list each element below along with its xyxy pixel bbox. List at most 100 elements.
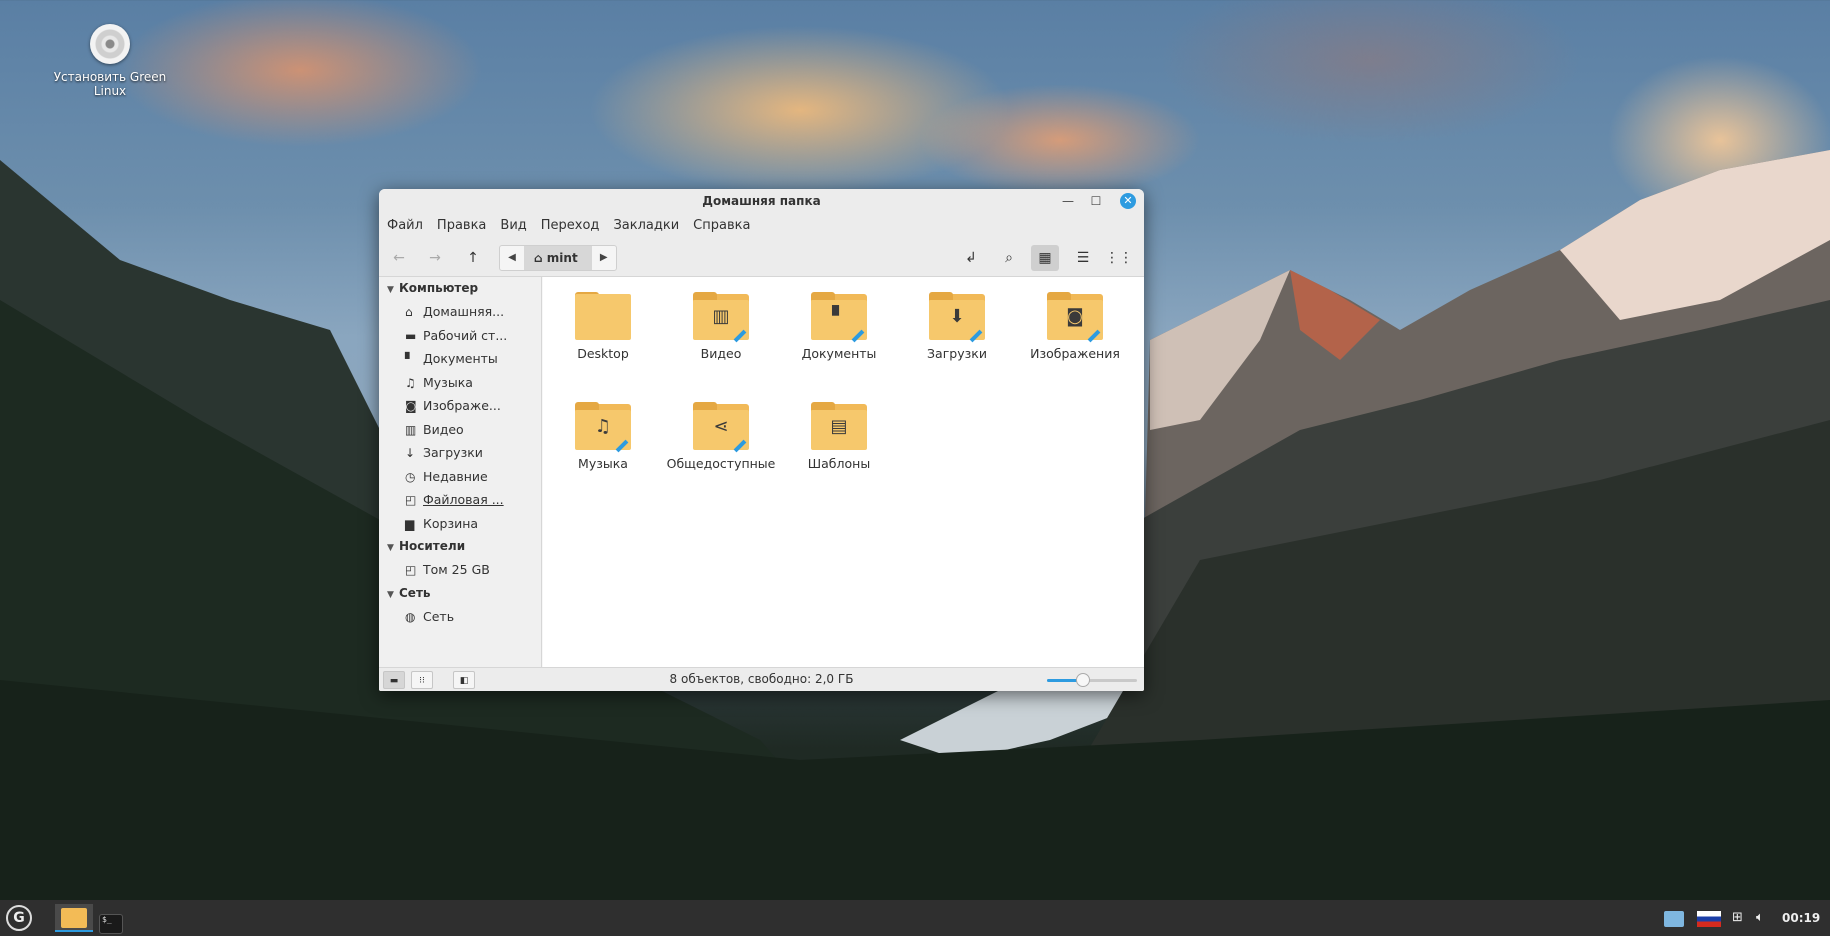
list-view-button[interactable]: ☰: [1069, 245, 1097, 271]
volume-icon[interactable]: 🔈︎: [1756, 900, 1764, 936]
folder-documents-icon: ▘: [811, 292, 867, 343]
folder-video-icon: ▥: [693, 292, 749, 343]
sidebar-item-label: Видео: [423, 421, 464, 437]
places-sidebar: ▼ Компьютер ⌂ Домашняя... ▬ Рабочий ст... ▘…: [379, 277, 542, 667]
menu-bar: Файл Правка Вид Переход Закладки Справка: [379, 213, 1144, 237]
sidebar-item-label: Рабочий ст...: [423, 327, 508, 343]
start-menu-button[interactable]: G: [4, 904, 34, 932]
breadcrumb-left-arrow[interactable]: ◀: [500, 246, 524, 270]
drive-icon: ◰: [405, 493, 417, 507]
sidebar-item-pictures[interactable]: ◙ Изображе...: [379, 394, 541, 418]
file-item-downloads[interactable]: ⬇ Загрузки: [902, 292, 1012, 361]
sidebar-section-network[interactable]: ▼ Сеть: [379, 582, 541, 605]
sidebar-section-computer[interactable]: ▼ Компьютер: [379, 277, 541, 300]
sidebar-item-label: Домашняя...: [423, 304, 505, 319]
file-item-public[interactable]: ⋖ Общедоступные: [666, 402, 776, 471]
sidebar-item-label: Файловая ...: [423, 492, 504, 507]
show-tree-button[interactable]: ⁝⁝: [411, 671, 433, 689]
folder-icon: [61, 908, 87, 928]
camera-icon: ◙: [405, 399, 417, 413]
file-item-music[interactable]: ♫ Музыка: [548, 402, 658, 471]
clock-icon: ◷: [405, 469, 416, 484]
forward-button[interactable]: →: [421, 245, 449, 271]
file-label: Документы: [801, 346, 877, 361]
file-label: Видео: [700, 346, 742, 361]
hide-sidebar-button[interactable]: ◧: [453, 671, 475, 689]
folder-templates-icon: ▤: [811, 402, 867, 450]
keyboard-layout-flag-icon[interactable]: [1697, 900, 1721, 936]
network-icon[interactable]: ⊞: [1732, 900, 1743, 936]
sidebar-item-music[interactable]: ♫ Музыка: [379, 371, 541, 395]
sidebar-item-label: Корзина: [423, 515, 479, 531]
sidebar-item-label: Загрузки: [423, 445, 483, 460]
sidebar-item-label: Сеть: [423, 608, 455, 624]
taskbar-files-button[interactable]: [55, 904, 93, 932]
menu-edit[interactable]: Правка: [437, 218, 486, 233]
zoom-slider-handle[interactable]: [1076, 673, 1090, 687]
taskbar: G $_ ⊞ 🔈︎ 00:19: [0, 900, 1830, 936]
file-manager-window: Домашняя папка — ☐ ✕ Файл Правка Вид Пер…: [379, 189, 1144, 691]
file-view: Desktop ▥ Видео ▘ Документы ⬇ Загрузки ◙…: [543, 277, 1144, 667]
back-button[interactable]: ←: [385, 245, 413, 271]
path-toggle-button[interactable]: ↲: [957, 245, 985, 271]
clock[interactable]: 00:19: [1782, 900, 1820, 936]
desktop-icon-label: Установить Green Linux: [53, 70, 167, 98]
breadcrumb-right-arrow[interactable]: ▶: [592, 246, 616, 270]
sidebar-item-desktop[interactable]: ▬ Рабочий ст...: [379, 324, 541, 348]
folder-pictures-icon: ◙: [1047, 292, 1103, 343]
expand-triangle-icon: ▼: [387, 589, 394, 600]
file-item-documents[interactable]: ▘ Документы: [784, 292, 894, 361]
icon-view-button[interactable]: ▦: [1031, 245, 1059, 271]
window-titlebar[interactable]: Домашняя папка — ☐ ✕: [379, 189, 1144, 213]
sidebar-item-documents[interactable]: ▘ Документы: [379, 347, 541, 371]
maximize-button[interactable]: ☐: [1088, 193, 1104, 209]
sidebar-item-label: Том 25 GB: [423, 562, 490, 577]
menu-view[interactable]: Вид: [500, 218, 526, 233]
file-label: Загрузки: [927, 346, 987, 361]
show-places-button[interactable]: ▬: [383, 671, 405, 689]
search-button[interactable]: ⌕: [995, 245, 1023, 271]
sidebar-item-downloads[interactable]: ↓ Загрузки: [379, 441, 541, 465]
update-manager-icon[interactable]: [1664, 900, 1684, 936]
sidebar-item-home[interactable]: ⌂ Домашняя...: [379, 300, 541, 324]
menu-go[interactable]: Переход: [541, 218, 600, 233]
file-item-videos[interactable]: ▥ Видео: [666, 292, 776, 361]
file-item-desktop[interactable]: Desktop: [548, 292, 658, 361]
folder-downloads-icon: ⬇: [929, 292, 985, 343]
status-bar: 8 объектов, свободно: 2,0 ГБ ▬ ⁝⁝ ◧: [379, 667, 1144, 691]
sidebar-item-recent[interactable]: ◷ Недавние: [379, 465, 541, 489]
taskbar-terminal-button[interactable]: $_: [97, 904, 125, 934]
section-title: Компьютер: [399, 281, 479, 295]
section-title: Носители: [399, 539, 466, 553]
sidebar-section-devices[interactable]: ▼ Носители: [379, 535, 541, 558]
desktop-icon-installer[interactable]: Установить Green Linux: [50, 24, 170, 98]
breadcrumb: ◀ ⌂ mint ▶: [499, 245, 617, 271]
sidebar-item-videos[interactable]: ▥ Видео: [379, 418, 541, 442]
file-item-pictures[interactable]: ◙ Изображения: [1020, 292, 1130, 361]
folder-music-icon: ♫: [575, 402, 631, 453]
close-button[interactable]: ✕: [1120, 193, 1136, 209]
breadcrumb-label: mint: [546, 251, 578, 265]
menu-file[interactable]: Файл: [387, 218, 423, 233]
file-label: Шаблоны: [807, 456, 871, 471]
breadcrumb-home[interactable]: ⌂ mint: [524, 246, 592, 270]
section-title: Сеть: [399, 585, 431, 600]
expand-triangle-icon: ▼: [387, 543, 394, 553]
sidebar-item-trash[interactable]: ▆ Корзина: [379, 512, 541, 536]
status-text: 8 объектов, свободно: 2,0 ГБ: [669, 672, 854, 686]
menu-logo-icon: G: [6, 905, 32, 931]
terminal-icon: $_: [99, 914, 123, 934]
file-item-templates[interactable]: ▤ Шаблоны: [784, 402, 894, 471]
sidebar-item-filesystem[interactable]: ◰ Файловая ...: [379, 488, 541, 512]
up-button[interactable]: ↑: [459, 245, 487, 271]
file-label: Изображения: [1030, 346, 1120, 361]
zoom-slider[interactable]: [1047, 673, 1137, 687]
menu-bookmarks[interactable]: Закладки: [613, 218, 679, 233]
sidebar-item-network[interactable]: ◍ Сеть: [379, 605, 541, 629]
sidebar-item-volume[interactable]: ◰ Том 25 GB: [379, 558, 541, 582]
globe-icon: ◍: [405, 609, 416, 624]
compact-view-button[interactable]: ⋮⋮: [1105, 245, 1133, 271]
minimize-button[interactable]: —: [1060, 193, 1076, 209]
sidebar-item-label: Документы: [423, 351, 498, 366]
menu-help[interactable]: Справка: [693, 218, 750, 233]
